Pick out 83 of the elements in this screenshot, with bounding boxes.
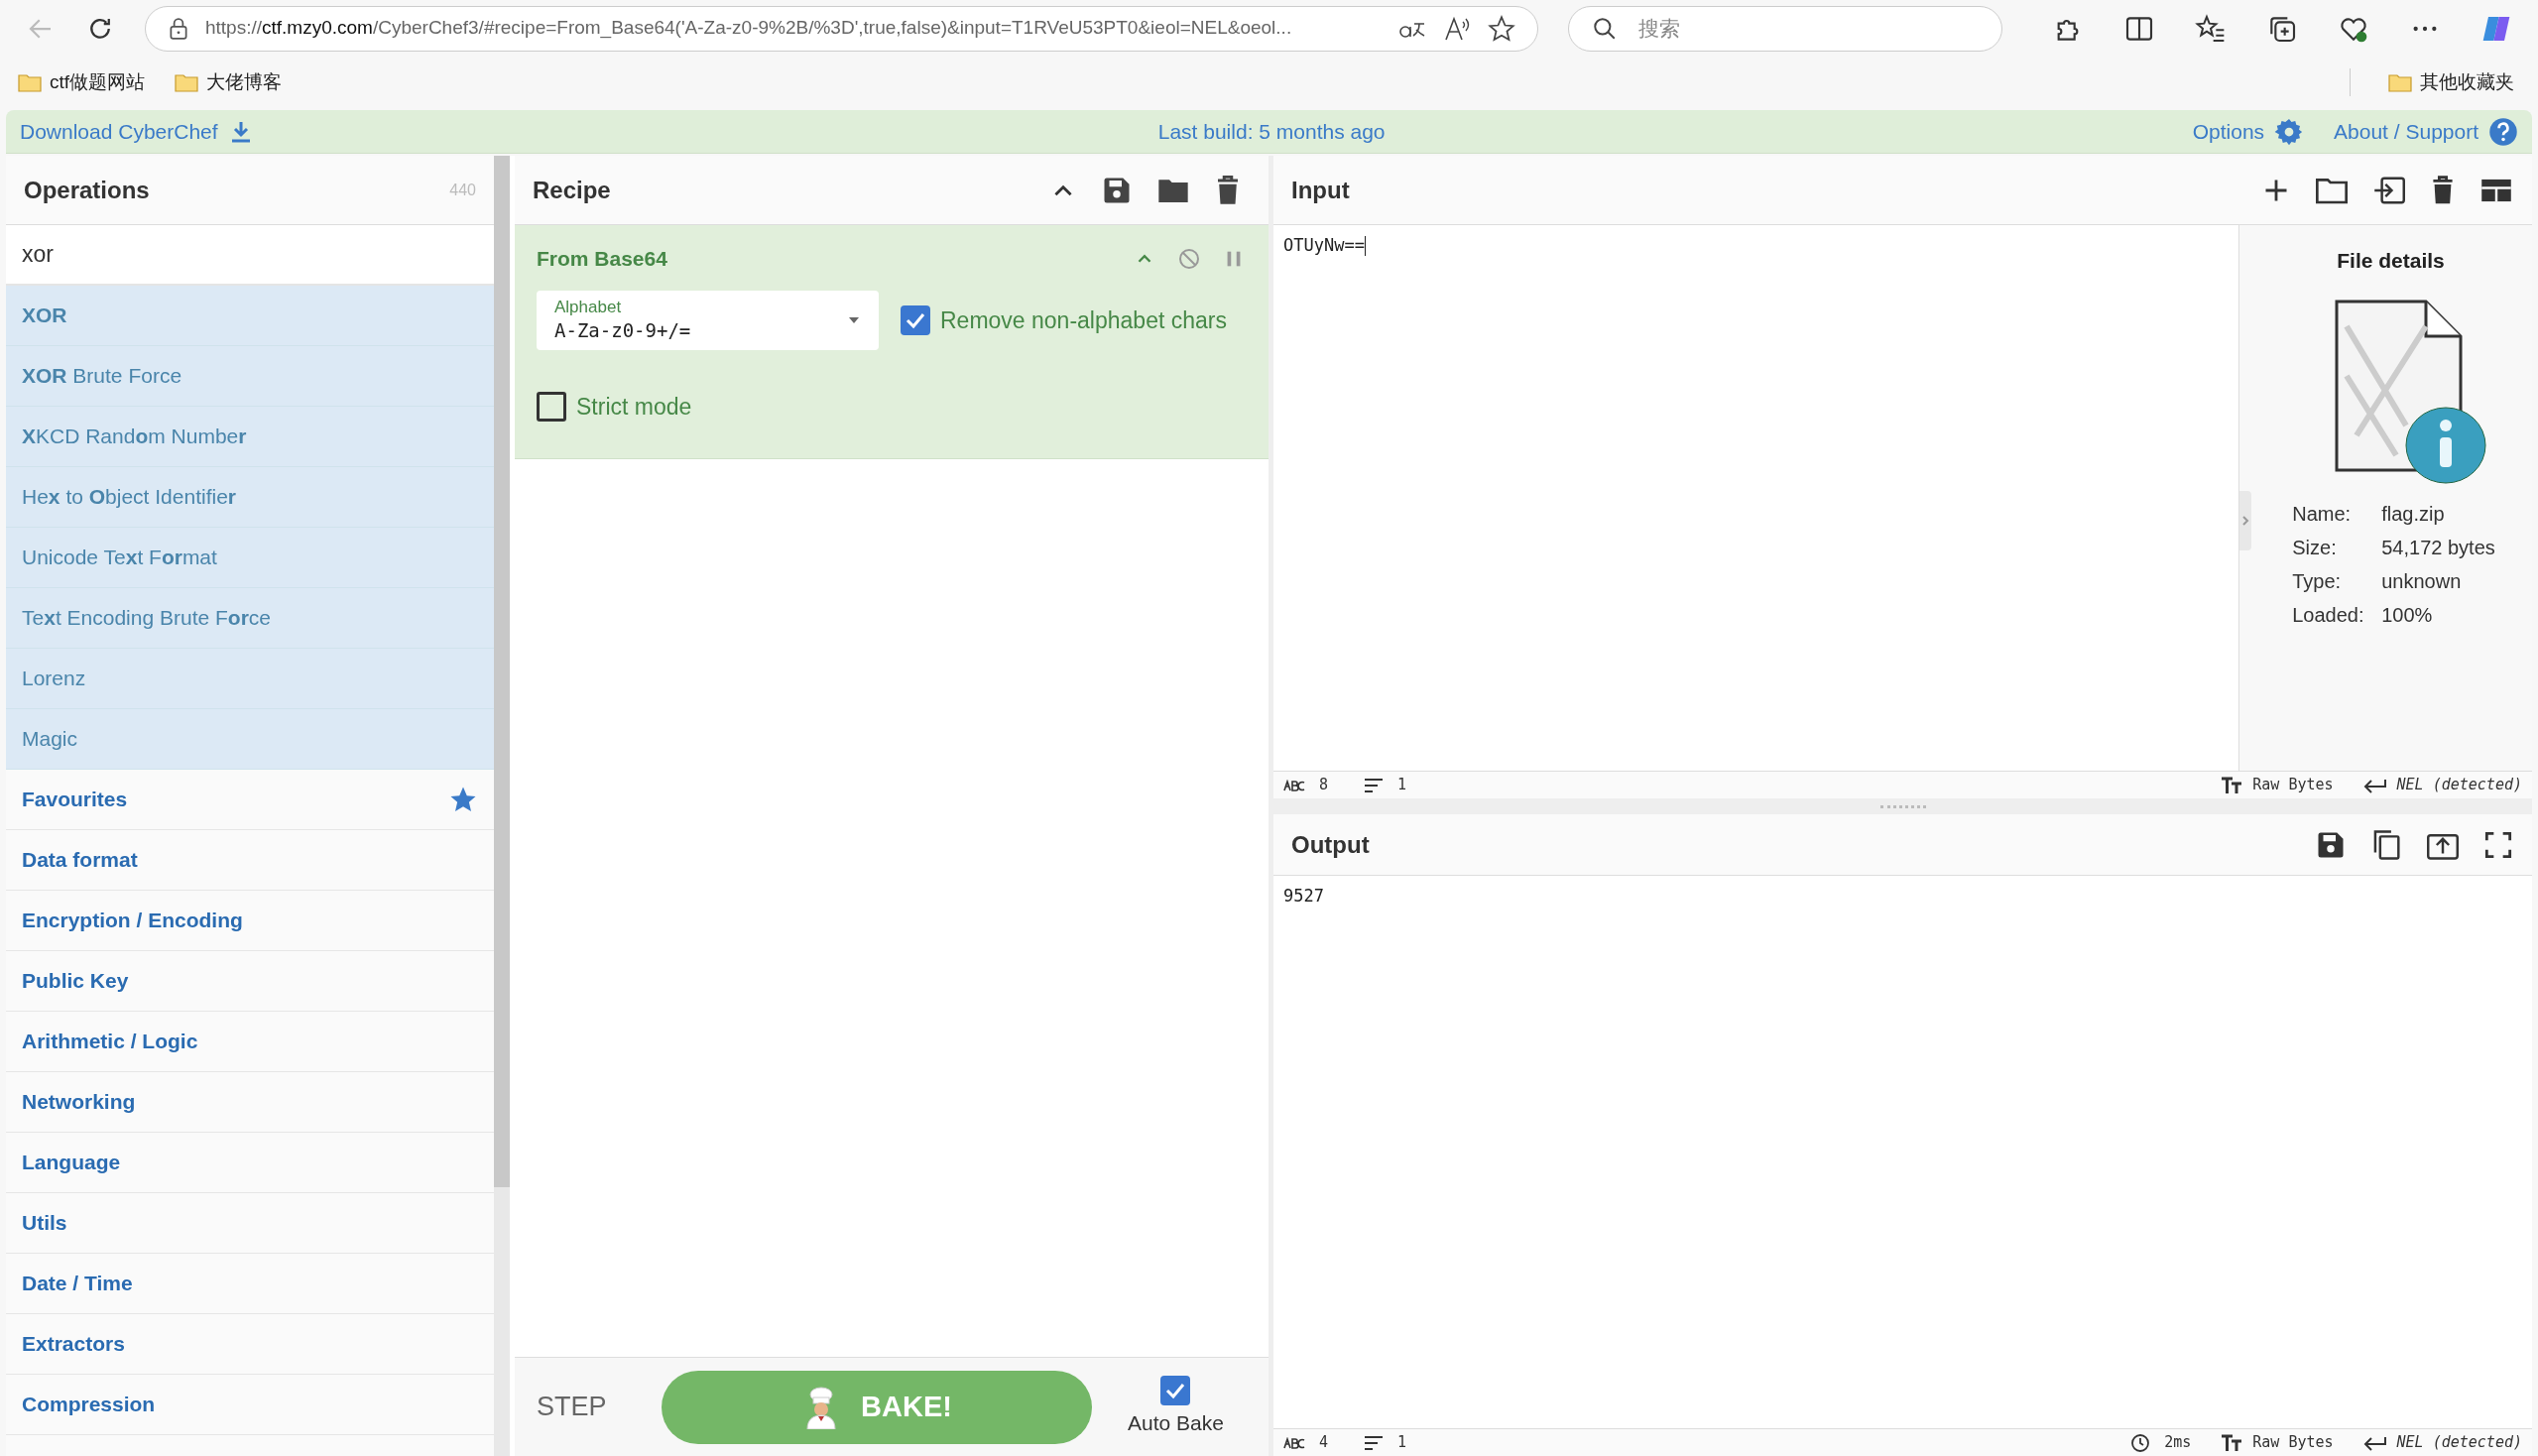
bake-time: 2ms [2164, 1432, 2192, 1454]
folder-icon [175, 72, 199, 92]
encoding-button[interactable]: Raw Bytes [2221, 1431, 2334, 1454]
folder-icon [18, 72, 42, 92]
input-title: Input [1291, 175, 1351, 205]
panel-toggle[interactable] [2239, 491, 2251, 550]
step-button[interactable]: STEP [537, 1387, 626, 1427]
operation-item[interactable]: Lorenz [6, 649, 494, 709]
operation-item[interactable]: XOR Brute Force [6, 346, 494, 407]
character-count-icon [1283, 779, 1305, 791]
search-field[interactable]: 搜索 [1567, 5, 2002, 52]
lock-icon [168, 16, 189, 41]
file-detail-label: Loaded: [2292, 602, 2365, 628]
file-detail-value: unknown [2381, 568, 2463, 594]
operation-item[interactable]: Magic [6, 709, 494, 770]
about-link[interactable]: About / Support [2334, 115, 2518, 148]
copy-icon[interactable] [2371, 828, 2401, 861]
layout-icon[interactable] [2480, 177, 2512, 203]
url-text: https://ctf.mzy0.com/CyberChef3/#recipe=From_Base64('A-Za-z0-9%2B/%3D',true,false)&input=T1RVeU53PT0&ieol=NEL&oeol... [205, 16, 1292, 41]
search-icon [1591, 15, 1618, 42]
alphabet-dropdown[interactable]: Alphabet A-Za-z0-9+/= [537, 291, 879, 350]
return-icon[interactable] [2362, 777, 2387, 793]
operation-title: From Base64 [537, 246, 668, 273]
folder-icon [2388, 72, 2412, 92]
file-detail-value: 100% [2381, 602, 2434, 628]
line-count: 1 [1397, 1432, 1407, 1454]
line-count: 1 [1397, 775, 1407, 796]
file-detail-label: Name: [2292, 501, 2353, 527]
options-link[interactable]: Options [2192, 115, 2305, 148]
operation-item[interactable]: XOR [6, 286, 494, 346]
lines-icon [1364, 1434, 1385, 1451]
operation-item[interactable]: Text Encoding Brute Force [6, 588, 494, 649]
bookmark[interactable]: ctf做题网站 [18, 67, 146, 97]
input-text-area[interactable]: OTUyNw== [1273, 225, 2238, 771]
last-build-text: Last build: 5 months ago [1157, 118, 1386, 145]
file-details-title: File details [2337, 248, 2445, 274]
file-detail-value: 54,172 bytes [2381, 535, 2495, 560]
length-count: 4 [1319, 1432, 1329, 1454]
text-size-icon[interactable] [2221, 776, 2243, 794]
download-icon [229, 119, 252, 144]
return-icon[interactable] [2362, 1434, 2387, 1451]
eol-button[interactable]: NEL (detected) [2362, 774, 2522, 796]
favorite-star-icon[interactable] [1487, 14, 1515, 43]
file-detail-value: flag.zip [2381, 501, 2446, 527]
trash-icon[interactable] [2431, 175, 2455, 205]
clock-icon [2130, 1432, 2151, 1453]
operation-item[interactable]: XKCD Random Number [6, 407, 494, 467]
encoding-button[interactable]: Raw Bytes [2221, 774, 2334, 796]
operations-title: Operations [24, 175, 150, 205]
checkbox-label: Strict mode [576, 393, 692, 422]
eol-button[interactable]: NEL (detected) [2362, 1431, 2522, 1454]
bookmark[interactable]: 其他收藏夹 [2388, 67, 2514, 97]
address-bar[interactable]: https://ctf.mzy0.com/CyberChef3/#recipe=From_Base64('A-Za-z0-9%2B/%3D',true,false)&input=T1RVeU53PT0&ieol=NEL&oeol... [145, 5, 1538, 52]
chevron-icon [2241, 515, 2249, 527]
auto-bake-checkbox[interactable] [1160, 1375, 1191, 1405]
operation-item[interactable]: Hex to Object Identifier [6, 467, 494, 528]
auto-bake-label: Auto Bake [1128, 1409, 1224, 1436]
scrollbar[interactable] [494, 156, 510, 1456]
lines-icon [1364, 777, 1385, 793]
operation-item[interactable]: Unicode Text Format [6, 528, 494, 588]
download-link[interactable]: Download CyberChef [20, 115, 252, 148]
checkbox[interactable] [901, 305, 930, 335]
fullscreen-icon[interactable] [2484, 830, 2512, 859]
file-detail-label: Size: [2292, 535, 2338, 560]
operations-count: 440 [449, 180, 476, 200]
search-field[interactable]: xor [6, 225, 494, 286]
text-size-icon[interactable] [2221, 1433, 2243, 1452]
read-aloud-icon[interactable] [1443, 15, 1472, 42]
bookmark[interactable]: 大佬博客 [175, 67, 283, 97]
help-icon [2488, 116, 2518, 147]
checkbox-label: Remove non-alphabet chars [940, 305, 1227, 335]
trash-icon[interactable] [1215, 175, 1241, 205]
settings-icon [2274, 116, 2305, 147]
character-count-icon [1283, 1436, 1305, 1449]
output-title: Output [1291, 829, 1371, 860]
import-icon[interactable] [2373, 176, 2405, 204]
caret-icon [847, 315, 861, 325]
recipe-title: Recipe [533, 175, 612, 205]
length-count: 8 [1319, 775, 1329, 796]
checkbox[interactable] [537, 392, 566, 423]
folder-icon[interactable] [2316, 176, 2348, 204]
file-detail-label: Type: [2292, 568, 2343, 594]
output-text-area: 9527 [1273, 876, 2532, 1428]
